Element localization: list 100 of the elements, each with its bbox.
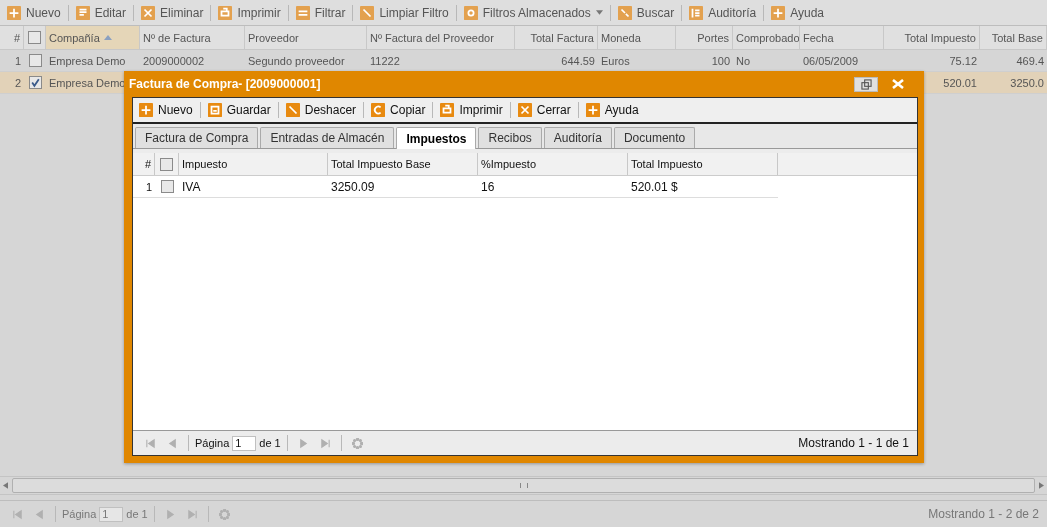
table-cell: 16: [481, 179, 495, 194]
toolbar-icon: [517, 103, 532, 117]
tab[interactable]: Impuestos: [396, 127, 477, 149]
close-icon[interactable]: [892, 79, 904, 89]
first-page-icon[interactable]: [145, 437, 156, 449]
toolbar-button[interactable]: Cerrar: [513, 99, 575, 121]
next-page-icon[interactable]: [297, 437, 309, 449]
row-number: 1: [14, 54, 21, 67]
last-page-icon[interactable]: [186, 508, 198, 520]
toolbar-icon: [360, 5, 375, 20]
next-page-icon[interactable]: [164, 508, 176, 520]
toolbar-button[interactable]: Imprimir: [436, 99, 507, 121]
page-count: de 1: [259, 437, 281, 449]
page-field[interactable]: 1: [232, 435, 257, 451]
checkbox[interactable]: [28, 54, 42, 67]
tab[interactable]: Auditoría: [543, 127, 612, 148]
previous-page-icon[interactable]: [167, 437, 178, 449]
refresh-icon[interactable]: [351, 437, 363, 449]
column-header[interactable]: Moneda: [598, 26, 676, 49]
toolbar-button[interactable]: Copiar: [367, 99, 430, 121]
column-header[interactable]: Total Impuesto: [628, 153, 778, 175]
table-cell: 100: [711, 54, 730, 67]
scrollbar-thumb[interactable]: [12, 478, 1035, 493]
column-header[interactable]: Portes: [676, 26, 733, 49]
page-label: Página: [195, 437, 230, 449]
toolbar-button[interactable]: Eliminar: [137, 1, 208, 24]
checkbox[interactable]: [160, 180, 174, 193]
toolbar-button[interactable]: Buscar: [613, 1, 679, 24]
column-header[interactable]: Comprobado: [733, 26, 800, 49]
column-header[interactable]: Compañía: [46, 26, 140, 49]
table-cell: 520.01: [943, 76, 977, 89]
toolbar-icon: [440, 103, 455, 117]
page-count: de 1: [126, 508, 148, 520]
toolbar-icon: [7, 5, 21, 20]
table-cell: 520.01 $: [631, 179, 678, 194]
toolbar-icon: [285, 103, 300, 117]
table-cell: 75.12: [949, 54, 977, 67]
toolbar-button[interactable]: Deshacer: [281, 99, 361, 121]
toolbar-button[interactable]: Guardar: [203, 99, 275, 121]
toolbar-button[interactable]: Editar: [71, 1, 131, 24]
toolbar-icon: [207, 103, 222, 117]
column-header[interactable]: Impuesto: [179, 153, 328, 175]
caret-icon: [595, 10, 603, 15]
column-header[interactable]: Fecha: [800, 26, 884, 49]
table-cell: 2009000002: [143, 54, 205, 67]
tab[interactable]: Entradas de Almacén: [260, 127, 395, 148]
toolbar-button[interactable]: Imprimir: [214, 1, 285, 24]
toolbar-icon: [617, 5, 632, 20]
table-cell: 644.59: [561, 54, 595, 67]
checkbox[interactable]: [160, 157, 173, 171]
table-cell: Euros: [601, 54, 630, 67]
toolbar-icon: [139, 103, 153, 117]
tab[interactable]: Factura de Compra: [135, 127, 259, 148]
window-title: Factura de Compra- [2009000001]: [129, 77, 321, 91]
toolbar-button[interactable]: Filtrar: [291, 1, 350, 24]
toolbar-icon: [771, 5, 786, 20]
page-label: Página: [62, 508, 97, 520]
table-cell: Empresa Demo: [49, 54, 126, 67]
column-header: #: [0, 26, 24, 49]
toolbar-button[interactable]: Ayuda: [581, 99, 643, 121]
row-number: 2: [14, 76, 21, 89]
column-header[interactable]: %Impuesto: [478, 153, 628, 175]
toolbar-button[interactable]: Nuevo: [135, 99, 197, 121]
toolbar-icon: [295, 5, 310, 20]
checkbox[interactable]: [28, 31, 41, 44]
restore-icon: [860, 78, 872, 90]
page-field[interactable]: 1: [99, 506, 124, 522]
toolbar-icon: [689, 5, 704, 20]
column-header[interactable]: Total Factura: [515, 26, 598, 49]
paging-summary: Mostrando 1 - 1 de 1: [798, 436, 909, 450]
checkbox[interactable]: [28, 76, 42, 89]
column-header[interactable]: Proveedor: [245, 26, 367, 49]
column-header[interactable]: Total Impuesto Base: [328, 153, 478, 175]
column-header[interactable]: Nº de Factura: [140, 26, 245, 49]
paging-summary: Mostrando 1 - 2 de 2: [928, 507, 1039, 521]
toolbar-icon: [463, 5, 478, 20]
table-cell: 3250.09: [331, 179, 375, 194]
toolbar-icon: [585, 103, 600, 117]
toolbar-button[interactable]: Limpiar Filtro: [356, 1, 453, 24]
column-header[interactable]: Total Impuesto: [884, 26, 980, 49]
previous-page-icon[interactable]: [34, 508, 45, 520]
tab[interactable]: Recibos: [478, 127, 542, 148]
refresh-icon[interactable]: [218, 508, 230, 520]
restore-button[interactable]: [854, 76, 878, 92]
toolbar-button[interactable]: Auditoría: [685, 1, 761, 24]
sort-icon: [103, 35, 112, 40]
tab[interactable]: Documento: [613, 127, 696, 148]
row-number: 1: [145, 180, 152, 193]
column-header[interactable]: Nº Factura del Proveedor: [367, 26, 515, 49]
first-page-icon[interactable]: [12, 508, 23, 520]
toolbar-button[interactable]: Filtros Almacenados: [459, 1, 607, 24]
scroll-right-icon[interactable]: [1039, 482, 1044, 489]
scroll-left-icon[interactable]: [3, 482, 8, 489]
toolbar-button[interactable]: Nuevo: [3, 1, 65, 24]
toolbar-button[interactable]: Ayuda: [767, 1, 828, 24]
column-header[interactable]: Total Base: [980, 26, 1047, 49]
table-cell: 06/05/2009: [803, 54, 859, 67]
toolbar-icon: [75, 5, 90, 20]
toolbar-icon: [218, 5, 233, 20]
last-page-icon[interactable]: [319, 437, 331, 449]
